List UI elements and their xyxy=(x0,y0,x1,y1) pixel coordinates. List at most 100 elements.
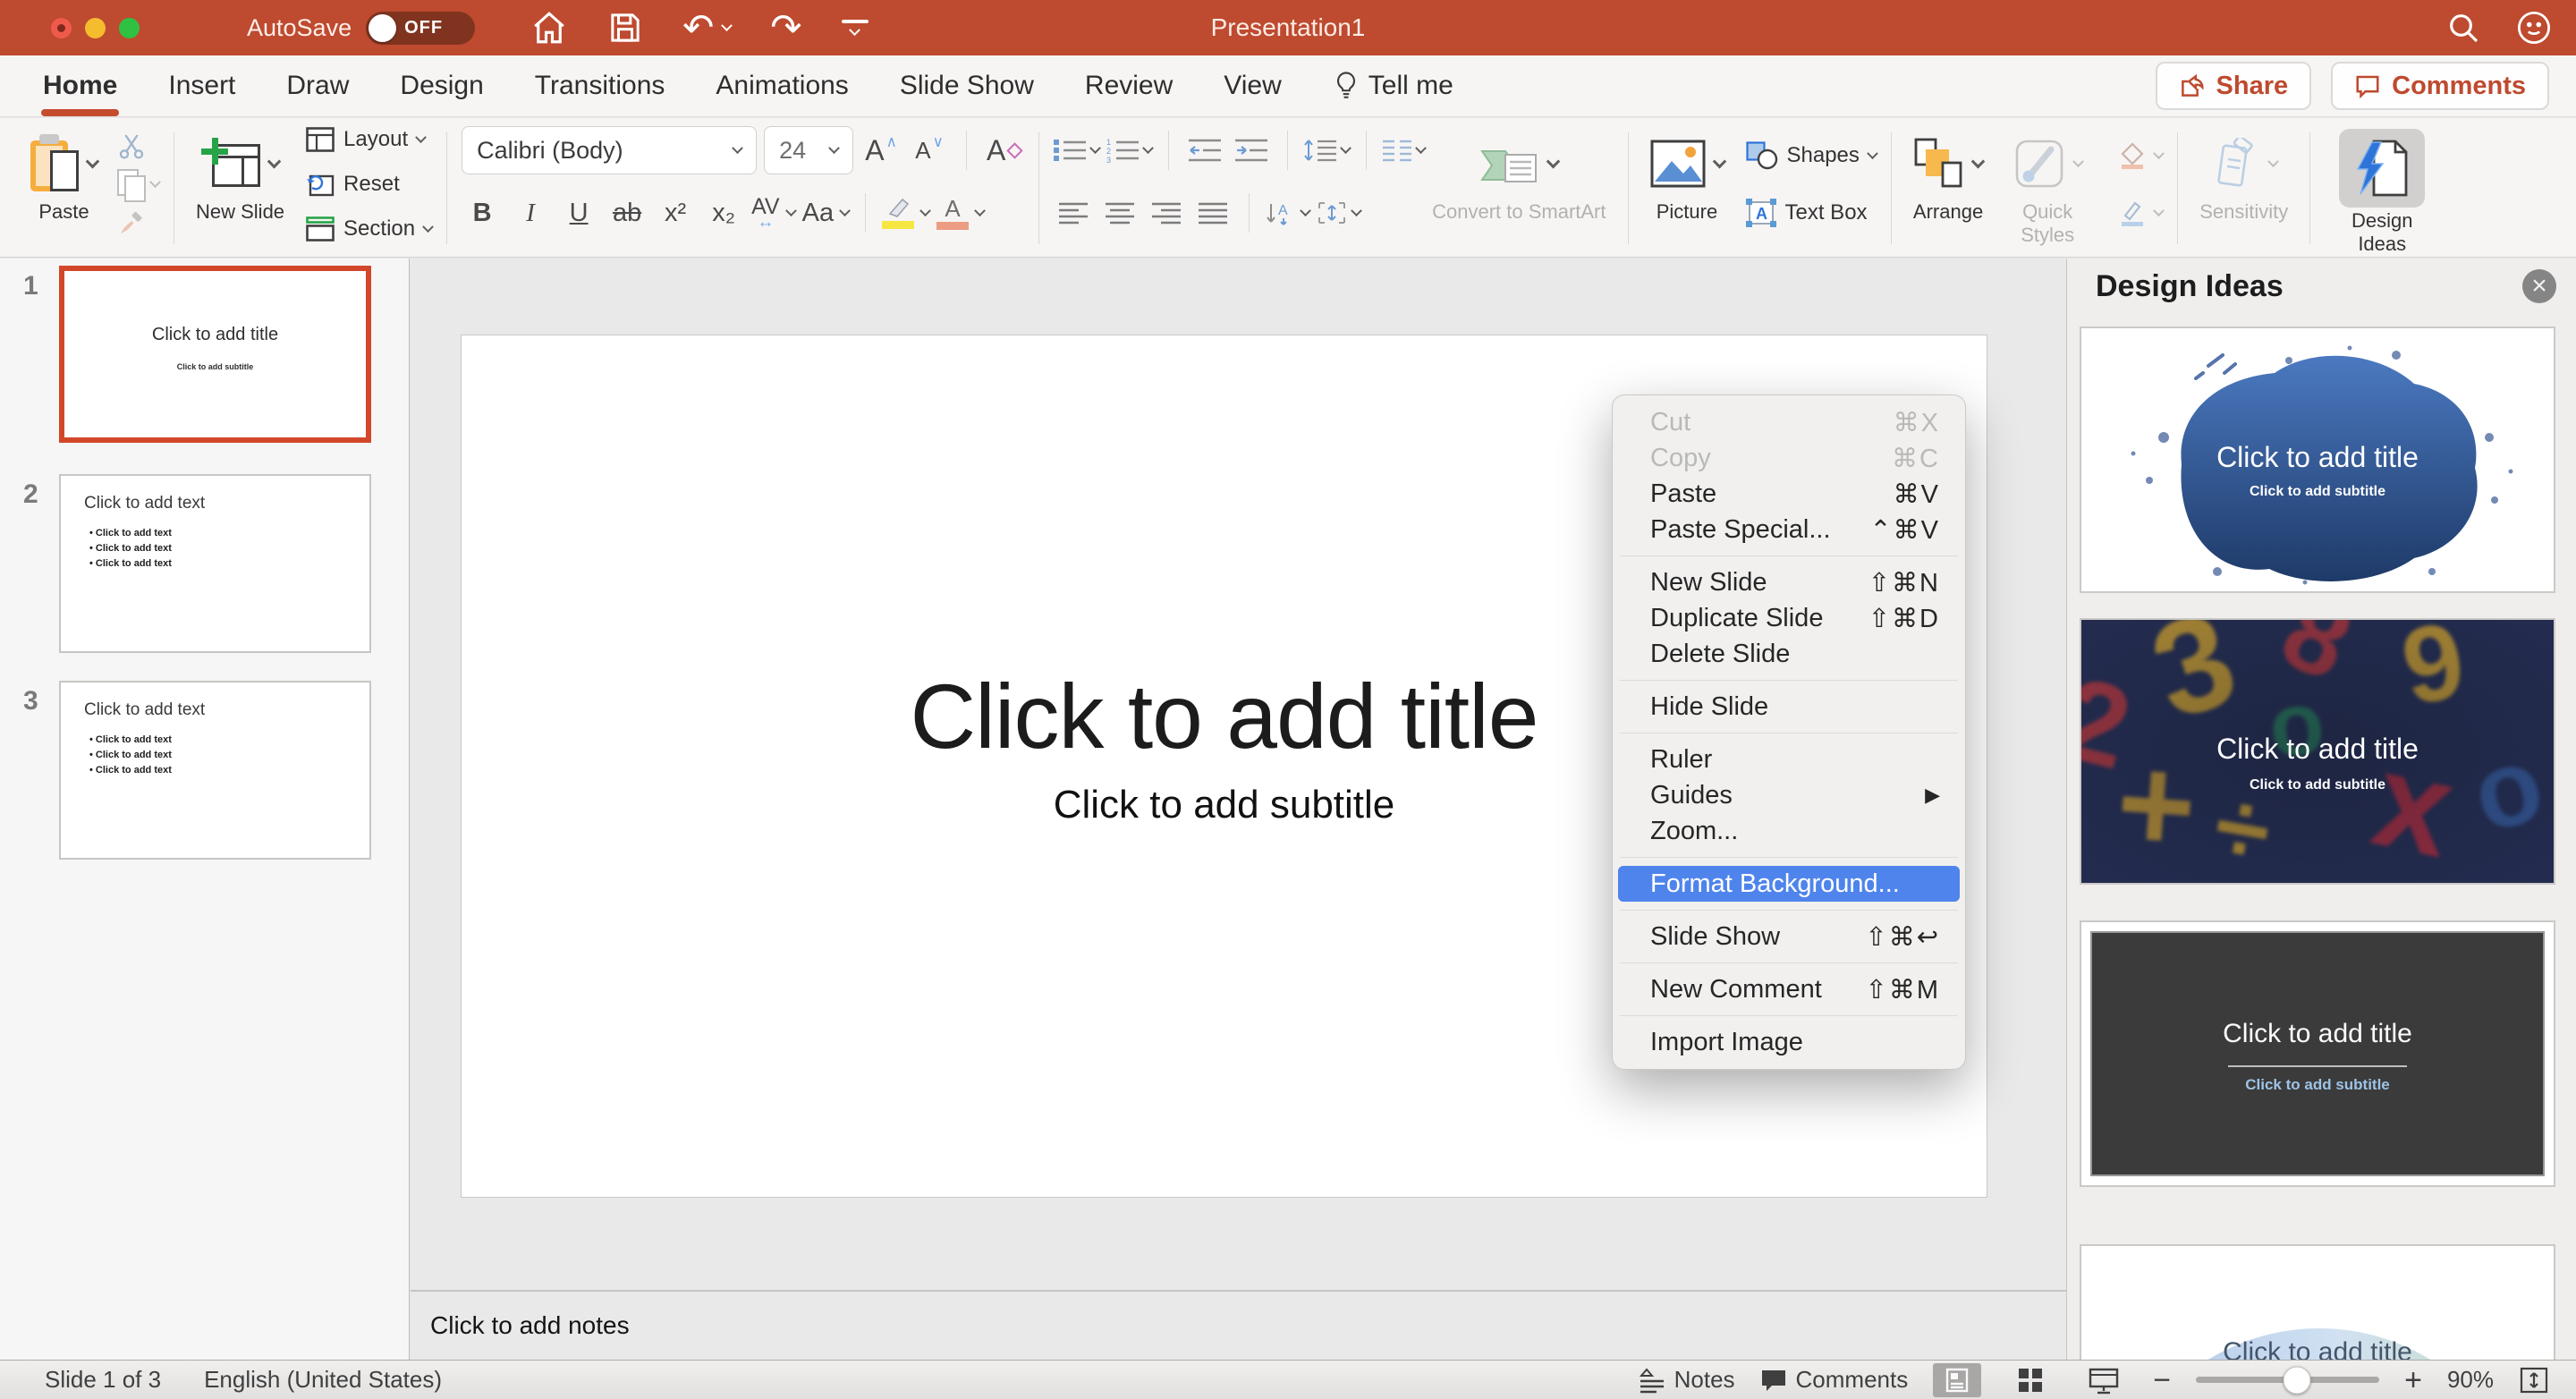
menu-item-new-slide[interactable]: New Slide⇧⌘N xyxy=(1618,564,1960,600)
menu-item-hide-slide[interactable]: Hide Slide xyxy=(1618,689,1960,725)
slide-thumbnail-2[interactable]: Click to add text Click to add text Clic… xyxy=(59,474,371,653)
zoom-level[interactable]: 90% xyxy=(2447,1366,2494,1394)
menu-item-zoom[interactable]: Zoom... xyxy=(1618,813,1960,849)
fit-slide-button[interactable] xyxy=(2519,1366,2549,1395)
design-thumbnail-ink-blot[interactable]: Click to add title Click to add subtitle xyxy=(2080,326,2555,593)
design-thumbnail-dark[interactable]: Click to add title Click to add subtitle xyxy=(2080,920,2555,1187)
grow-font-button[interactable]: A∧ xyxy=(860,129,902,172)
picture-chevron-down-icon[interactable] xyxy=(1712,154,1726,168)
text-box-button[interactable]: A Text Box xyxy=(1746,199,1877,227)
menu-item-paste-special[interactable]: Paste Special...⌃⌘V xyxy=(1618,512,1960,547)
menu-item-format-background[interactable]: Format Background... xyxy=(1618,866,1960,902)
slide-thumbnail-3[interactable]: Click to add text Click to add text Clic… xyxy=(59,681,371,860)
redo-icon[interactable]: ↷ xyxy=(770,9,801,47)
tab-draw[interactable]: Draw xyxy=(286,71,349,101)
slide-sorter-view-button[interactable] xyxy=(2006,1363,2055,1397)
columns-button[interactable] xyxy=(1383,129,1425,172)
tab-transitions[interactable]: Transitions xyxy=(535,71,665,101)
zoom-window-button[interactable] xyxy=(119,18,140,38)
save-icon[interactable] xyxy=(607,10,643,46)
comments-toggle-button[interactable]: Comments xyxy=(1760,1366,1909,1394)
superscript-button[interactable]: x² xyxy=(655,191,696,234)
shapes-chevron-down-icon[interactable] xyxy=(1867,148,1878,159)
menu-item-delete-slide[interactable]: Delete Slide xyxy=(1618,636,1960,672)
clear-formatting-button[interactable]: A xyxy=(983,129,1024,172)
customize-toolbar-icon[interactable] xyxy=(842,20,869,37)
minimize-window-button[interactable] xyxy=(85,18,106,38)
font-name-select[interactable]: Calibri (Body) xyxy=(462,126,757,174)
bullets-button[interactable] xyxy=(1054,129,1099,172)
menu-item-ruler[interactable]: Ruler xyxy=(1618,742,1960,777)
tab-slide-show[interactable]: Slide Show xyxy=(900,71,1034,101)
menu-item-paste[interactable]: Paste⌘V xyxy=(1618,476,1960,512)
notes-placeholder[interactable]: Click to add notes xyxy=(430,1311,630,1340)
font-size-select[interactable]: 24 xyxy=(764,126,853,174)
design-thumbnail-rings[interactable]: Click to add title xyxy=(2080,1244,2555,1360)
tab-animations[interactable]: Animations xyxy=(716,71,848,101)
picture-button[interactable]: Picture xyxy=(1643,125,1732,225)
slide-thumbnail-1[interactable]: Click to add title Click to add subtitle xyxy=(59,266,371,443)
align-left-button[interactable] xyxy=(1054,191,1093,234)
menu-item-new-comment[interactable]: New Comment⇧⌘M xyxy=(1618,971,1960,1007)
smartart-chevron-down-icon[interactable] xyxy=(1546,154,1561,168)
numbering-button[interactable]: 123 xyxy=(1106,129,1152,172)
shapes-button[interactable]: Shapes xyxy=(1746,141,1877,170)
convert-smartart-button[interactable]: Convert to SmartArt xyxy=(1425,125,1613,225)
new-slide-chevron-down-icon[interactable] xyxy=(267,154,282,168)
character-spacing-button[interactable]: AV↔ xyxy=(751,191,795,234)
tab-home[interactable]: Home xyxy=(43,71,117,101)
undo-chevron-down-icon[interactable] xyxy=(721,20,733,31)
reset-button[interactable]: Reset xyxy=(306,172,432,197)
align-center-button[interactable] xyxy=(1100,191,1140,234)
justify-button[interactable] xyxy=(1193,191,1233,234)
text-highlight-button[interactable] xyxy=(882,191,929,234)
align-right-button[interactable] xyxy=(1147,191,1186,234)
notes-pane[interactable]: Click to add notes xyxy=(411,1290,2066,1360)
tab-design[interactable]: Design xyxy=(400,71,483,101)
decrease-indent-button[interactable] xyxy=(1185,129,1224,172)
shrink-font-button[interactable]: A∨ xyxy=(909,129,950,172)
slideshow-view-button[interactable] xyxy=(2080,1363,2128,1397)
zoom-out-button[interactable]: − xyxy=(2153,1367,2171,1394)
bold-button[interactable]: B xyxy=(462,191,503,234)
close-window-button[interactable] xyxy=(51,18,72,38)
tab-review[interactable]: Review xyxy=(1085,71,1173,101)
menu-item-import-image[interactable]: Import Image xyxy=(1618,1024,1960,1060)
subscript-button[interactable]: x₂ xyxy=(703,191,744,234)
zoom-slider-thumb[interactable] xyxy=(2283,1366,2310,1394)
arrange-chevron-down-icon[interactable] xyxy=(1970,154,1985,168)
search-icon[interactable] xyxy=(2445,10,2481,46)
increase-indent-button[interactable] xyxy=(1232,129,1271,172)
section-chevron-down-icon[interactable] xyxy=(422,221,434,233)
account-icon[interactable] xyxy=(2515,9,2553,47)
design-ideas-button[interactable]: Design Ideas xyxy=(2325,125,2439,258)
strikethrough-button[interactable]: ab xyxy=(606,191,648,234)
undo-icon[interactable]: ↶ xyxy=(682,9,714,47)
section-button[interactable]: Section xyxy=(306,216,432,242)
language-indicator[interactable]: English (United States) xyxy=(204,1366,442,1394)
change-case-button[interactable]: Aa xyxy=(802,191,849,234)
new-slide-button[interactable]: New Slide xyxy=(189,125,292,225)
font-color-button[interactable]: A xyxy=(936,191,984,234)
notes-toggle-button[interactable]: Notes xyxy=(1639,1366,1735,1394)
share-button[interactable]: Share xyxy=(2156,62,2312,110)
tab-tell-me[interactable]: Tell me xyxy=(1333,71,1453,101)
normal-view-button[interactable] xyxy=(1933,1363,1981,1397)
paste-button[interactable]: Paste xyxy=(23,125,105,225)
menu-item-slide-show[interactable]: Slide Show⇧⌘↩ xyxy=(1618,919,1960,954)
tab-view[interactable]: View xyxy=(1224,71,1281,101)
menu-item-duplicate-slide[interactable]: Duplicate Slide⇧⌘D xyxy=(1618,600,1960,636)
line-spacing-button[interactable] xyxy=(1304,129,1350,172)
home-icon[interactable] xyxy=(530,9,568,47)
autosave-toggle[interactable]: OFF xyxy=(366,12,475,45)
zoom-in-button[interactable]: + xyxy=(2404,1367,2422,1394)
arrange-button[interactable]: Arrange xyxy=(1906,125,1990,225)
paste-chevron-down-icon[interactable] xyxy=(86,154,100,168)
zoom-slider[interactable] xyxy=(2196,1377,2379,1383)
menu-item-guides[interactable]: Guides▶ xyxy=(1618,777,1960,813)
italic-button[interactable]: I xyxy=(510,191,551,234)
underline-button[interactable]: U xyxy=(558,191,599,234)
close-icon[interactable]: × xyxy=(2522,269,2556,303)
layout-chevron-down-icon[interactable] xyxy=(415,131,427,143)
layout-button[interactable]: Layout xyxy=(306,127,432,152)
